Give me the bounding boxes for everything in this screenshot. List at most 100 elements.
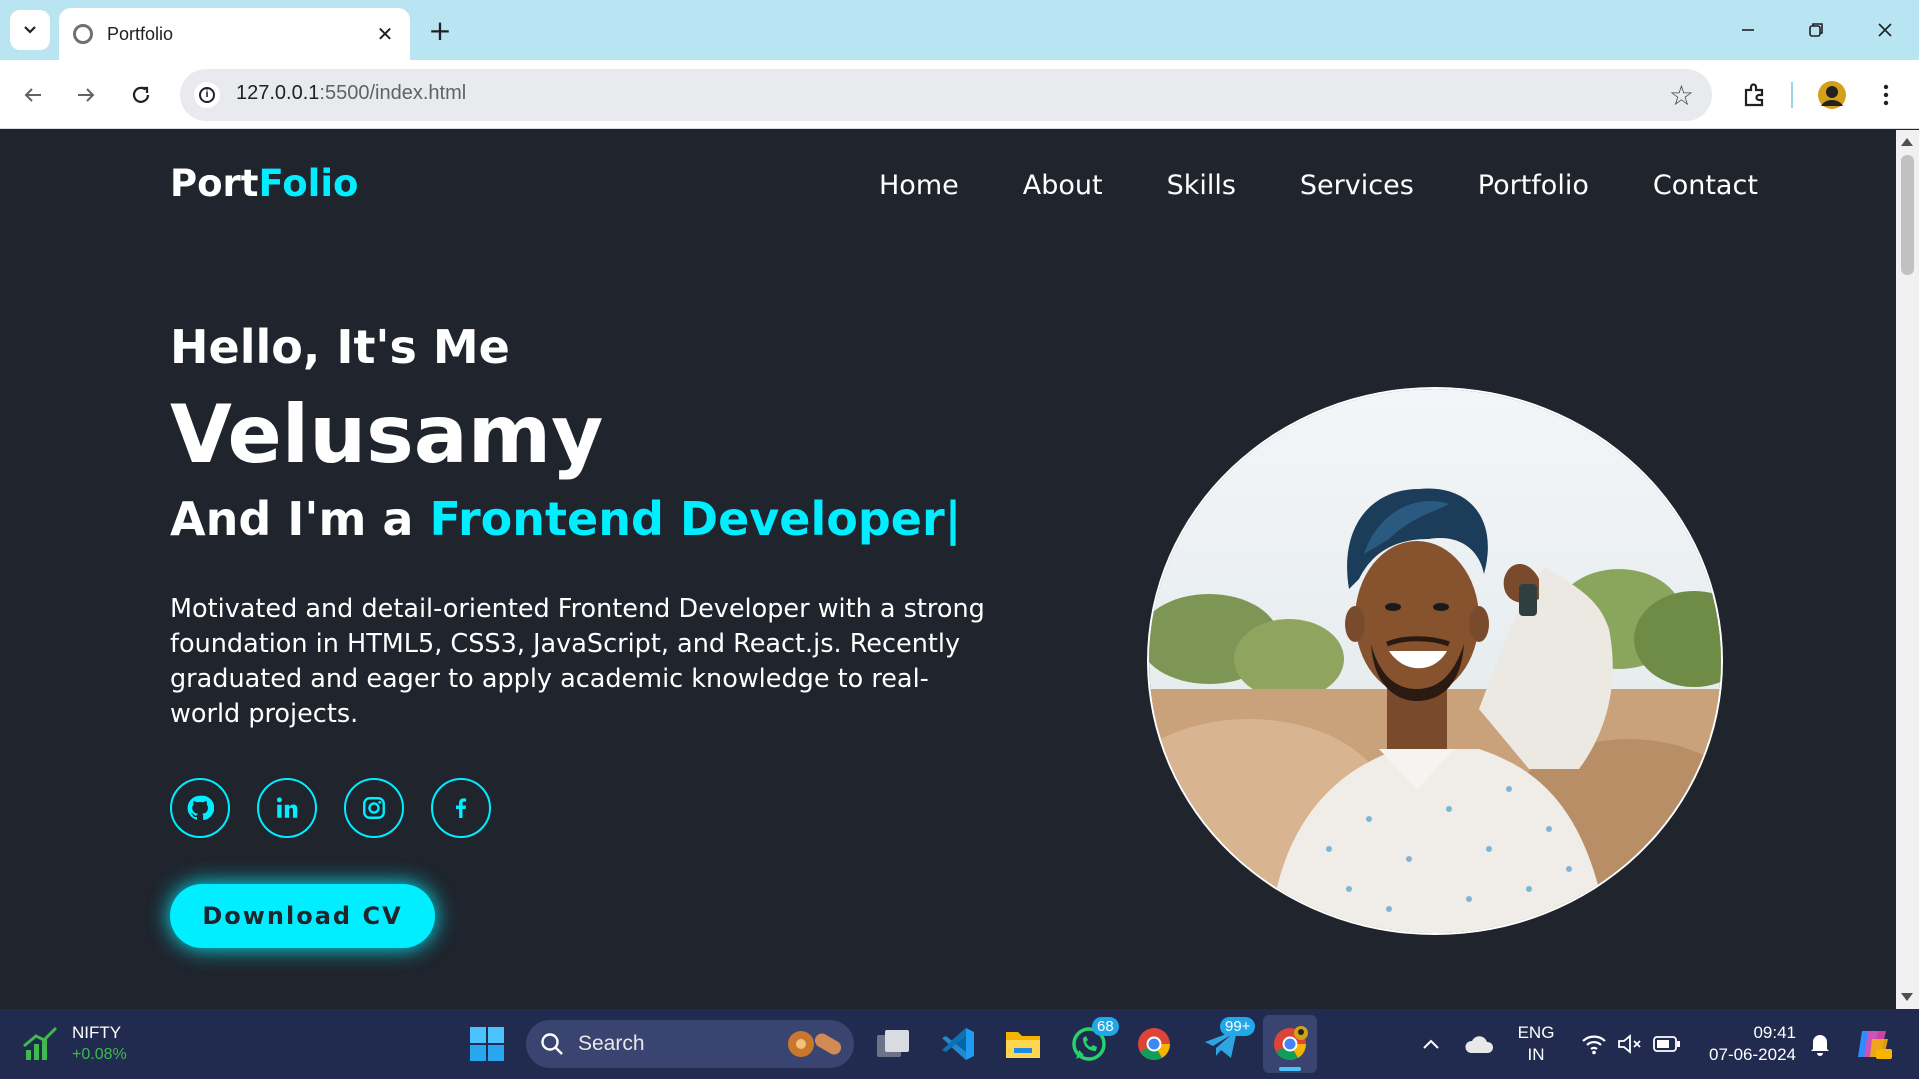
speaker-muted-icon: [1618, 1034, 1641, 1054]
github-link[interactable]: [170, 778, 230, 838]
minimize-icon: [1742, 29, 1754, 31]
tab-search-button[interactable]: [10, 10, 50, 50]
clock-date: 07-06-2024: [1709, 1045, 1796, 1064]
toolbar-divider: [1790, 76, 1794, 114]
battery-icon: [1653, 1036, 1680, 1052]
scroll-down-arrow[interactable]: [1901, 993, 1913, 1001]
nav-about[interactable]: About: [1023, 170, 1103, 201]
globe-icon: [73, 24, 93, 44]
close-icon: [1878, 23, 1892, 37]
role-heading: And I'm a Frontend Developer|: [170, 492, 962, 546]
chrome-app[interactable]: [1131, 1021, 1177, 1067]
nav-home[interactable]: Home: [879, 170, 959, 201]
site-info-icon[interactable]: i: [194, 82, 220, 108]
task-view-icon: [877, 1030, 909, 1057]
taskbar-search[interactable]: Search: [526, 1020, 854, 1068]
close-window-button[interactable]: [1851, 0, 1919, 60]
telegram-badge: 99+: [1220, 1017, 1256, 1036]
bell-icon: [1811, 1035, 1829, 1056]
copilot-button[interactable]: [1852, 1023, 1894, 1065]
notifications-button[interactable]: [1806, 1029, 1834, 1059]
download-cv-button[interactable]: Download CV: [170, 884, 435, 948]
vscode-app[interactable]: [935, 1021, 981, 1067]
linkedin-icon: [276, 797, 298, 818]
typed-role: Frontend Developer|: [429, 492, 962, 546]
minimize-button[interactable]: [1714, 0, 1782, 60]
chrome-profile-icon: [1274, 1026, 1308, 1061]
region-code: IN: [1527, 1045, 1545, 1064]
greeting-heading: Hello, It's Me: [170, 320, 510, 374]
vscode-icon: [942, 1028, 974, 1060]
linkedin-link[interactable]: [257, 778, 317, 838]
new-tab-button[interactable]: +: [422, 12, 458, 48]
forward-button[interactable]: [67, 76, 105, 114]
reload-button[interactable]: [122, 76, 160, 114]
stock-name: NIFTY: [72, 1023, 122, 1042]
copilot-icon: [1858, 1031, 1892, 1059]
clock[interactable]: 09:41 07-06-2024: [1696, 1021, 1796, 1067]
folder-icon: [1006, 1032, 1040, 1058]
browser-tab[interactable]: Portfolio ✕: [59, 8, 410, 60]
main-nav: Home About Skills Services Portfolio Con…: [879, 170, 1758, 201]
whatsapp-app[interactable]: 68: [1066, 1017, 1119, 1067]
whatsapp-badge: 68: [1092, 1017, 1119, 1036]
social-links: [170, 778, 518, 838]
chrome-active-app[interactable]: [1263, 1015, 1317, 1073]
browser-tab-strip: Portfolio ✕ +: [0, 0, 1919, 60]
tab-title: Portfolio: [107, 23, 174, 44]
name-heading: Velusamy: [170, 388, 604, 481]
wifi-icon: [1582, 1035, 1606, 1055]
stock-widget[interactable]: NIFTY +0.08%: [20, 1021, 180, 1067]
arrow-right-icon: [78, 88, 95, 102]
extensions-button[interactable]: [1735, 76, 1775, 114]
stock-change: +0.08%: [72, 1046, 127, 1063]
start-button[interactable]: [464, 1021, 510, 1067]
onedrive-tray[interactable]: [1462, 1027, 1496, 1061]
telegram-app[interactable]: 99+: [1198, 1017, 1256, 1067]
windows-logo-icon: [470, 1027, 504, 1061]
language-indicator[interactable]: ENG IN: [1510, 1021, 1562, 1067]
search-icon: [541, 1033, 563, 1055]
task-view-button[interactable]: [870, 1021, 916, 1067]
portfolio-page: PortFolio Home About Skills Services Por…: [0, 130, 1896, 1009]
restore-button[interactable]: [1782, 0, 1850, 60]
back-button[interactable]: [14, 76, 52, 114]
scroll-up-arrow[interactable]: [1901, 138, 1913, 146]
show-hidden-icons-button[interactable]: [1418, 1029, 1444, 1059]
close-tab-icon[interactable]: ✕: [370, 19, 400, 49]
search-highlight-icon: [788, 1031, 842, 1057]
restore-icon: [1809, 23, 1823, 37]
scroll-thumb[interactable]: [1901, 155, 1914, 275]
facebook-link[interactable]: [431, 778, 491, 838]
reload-icon: [132, 86, 150, 103]
page-scrollbar[interactable]: [1896, 130, 1919, 1009]
instagram-link[interactable]: [344, 778, 404, 838]
clock-time: 09:41: [1753, 1023, 1796, 1042]
profile-avatar[interactable]: [1812, 76, 1852, 114]
portrait-illustration: [1149, 389, 1721, 933]
arrow-left-icon: [24, 88, 41, 102]
profile-photo: [1147, 387, 1723, 935]
file-explorer-app[interactable]: [1000, 1021, 1046, 1067]
url-text[interactable]: 127.0.0.1:5500/index.html: [236, 82, 466, 105]
bookmark-star-icon[interactable]: ☆: [1669, 79, 1694, 112]
browser-toolbar: i 127.0.0.1:5500/index.html ☆: [0, 60, 1919, 129]
instagram-icon: [363, 797, 385, 819]
quick-settings[interactable]: [1576, 1021, 1686, 1067]
language-code: ENG: [1517, 1023, 1555, 1042]
chevron-down-icon: [24, 26, 36, 34]
chrome-menu-button[interactable]: [1868, 76, 1904, 114]
github-icon: [187, 795, 214, 821]
kebab-menu-icon: [1883, 84, 1889, 106]
intro-description: Motivated and detail-oriented Frontend D…: [170, 594, 985, 729]
nav-skills[interactable]: Skills: [1167, 170, 1236, 201]
address-bar[interactable]: i 127.0.0.1:5500/index.html ☆: [180, 69, 1712, 121]
puzzle-icon: [1744, 83, 1764, 107]
chevron-up-icon: [1423, 1039, 1439, 1049]
avatar-icon: [1818, 81, 1846, 109]
site-logo[interactable]: PortFolio: [170, 162, 358, 205]
nav-contact[interactable]: Contact: [1653, 170, 1758, 201]
nav-portfolio[interactable]: Portfolio: [1478, 170, 1589, 201]
nav-services[interactable]: Services: [1300, 170, 1414, 201]
windows-taskbar: NIFTY +0.08% Search 68 99+ ENG IN 09:41 …: [0, 1009, 1919, 1079]
